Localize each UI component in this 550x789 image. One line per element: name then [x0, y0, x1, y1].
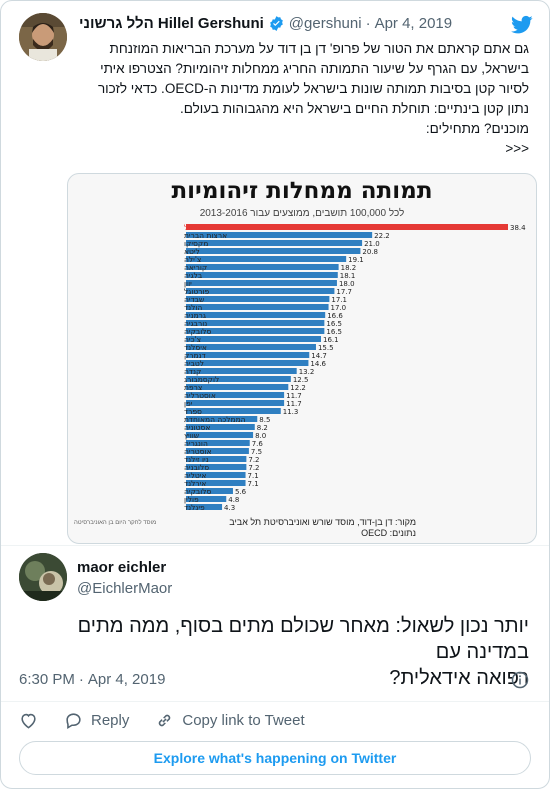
- chart-value-label: 14.6: [310, 360, 326, 368]
- chart-value-label: 11.7: [286, 400, 302, 408]
- quoted-text-line: בישראל, עם הגרף על שיעור התמותה החריג ממ…: [100, 61, 529, 76]
- chart-source-line: מקור: דן בן-דוד, מוסד שורש ואוניברסיטת ת…: [229, 517, 416, 527]
- chart-value-label: 12.2: [290, 384, 306, 392]
- copy-link-label: Copy link to Tweet: [182, 712, 305, 729]
- chart-value-label: 14.7: [311, 352, 327, 360]
- quoted-text-line: לסיור קטן בסיבות תמותה שונות בישראל לעומ…: [97, 81, 529, 96]
- quoted-tweet-date[interactable]: Apr 4, 2019: [375, 15, 453, 32]
- chart-image[interactable]: תמותה ממחלות זיהומיות לכל 100,000 תושבים…: [67, 173, 537, 544]
- author-handle[interactable]: @EichlerMaor: [77, 580, 172, 597]
- chart-value-label: 18.1: [340, 272, 356, 280]
- chart-value-label: 13.2: [299, 368, 315, 376]
- chart-value-label: 17.1: [331, 296, 347, 304]
- quoted-tweet-header: הלל גרשוני Hillel Gershuni @gershuni · A…: [79, 15, 452, 32]
- reply-label: Reply: [91, 712, 130, 729]
- chart-source: מקור: דן בן-דוד, מוסד שורש ואוניברסיטת ת…: [229, 517, 416, 539]
- tweet-card: הלל גרשוני Hillel Gershuni @gershuni · A…: [0, 0, 550, 789]
- quoted-author-handle[interactable]: @gershuni: [289, 15, 362, 32]
- chart-bar: [186, 264, 339, 270]
- chart-value-label: 7.2: [248, 456, 259, 464]
- chart-bar: [186, 336, 322, 342]
- chart-value-label: 7.5: [251, 448, 262, 456]
- chart-value-label: 8.2: [257, 424, 268, 432]
- link-icon: [159, 714, 171, 727]
- chart-value-label: 11.3: [283, 408, 299, 416]
- chart-value-label: 7.1: [248, 480, 259, 488]
- chart-value-label: 11.7: [286, 392, 302, 400]
- chart-value-label: 7.1: [248, 472, 259, 480]
- divider: [1, 701, 549, 702]
- bar-chart: ישראל 38.4ארצות הברית 22.2מקסיקו 21.0ליטא 20…: [184, 223, 526, 512]
- tweet-date: Apr 4, 2019: [87, 671, 166, 688]
- tweet-timestamp[interactable]: 6:30 PM · Apr 4, 2019: [19, 671, 165, 688]
- chart-value-label: 17.0: [331, 304, 347, 312]
- chart-bar: [186, 312, 326, 318]
- chart-value-label: 18.2: [341, 264, 357, 272]
- quoted-text-line: מוכנים? מתחילים:: [425, 121, 529, 136]
- chart-value-label: 18.0: [339, 280, 355, 288]
- chart-value-label: 17.7: [336, 288, 352, 296]
- chart-value-label: 16.6: [327, 312, 343, 320]
- chart-value-label: 15.5: [318, 344, 334, 352]
- chart-value-label: 22.2: [374, 232, 390, 240]
- chart-value-label: 7.2: [248, 464, 259, 472]
- chart-value-label: 12.5: [293, 376, 309, 384]
- chart-bar: [186, 280, 337, 286]
- chart-bar: [186, 304, 329, 310]
- chart-value-label: 5.6: [235, 488, 247, 496]
- explore-button[interactable]: Explore what's happening on Twitter: [19, 741, 531, 775]
- chart-bar: [186, 368, 297, 374]
- chart-source-line: נתונים: OECD: [361, 528, 416, 538]
- chart-bar: [186, 248, 361, 254]
- verified-badge-icon: [269, 16, 283, 31]
- author-name[interactable]: maor eichler: [77, 559, 166, 576]
- copy-link-button[interactable]: Copy link to Tweet: [155, 711, 305, 730]
- tweet-time: 6:30 PM: [19, 671, 75, 688]
- chart-value-label: 21.0: [364, 240, 380, 248]
- tweet-actions: Reply Copy link to Tweet: [19, 711, 331, 730]
- speech-bubble-icon: [66, 713, 81, 730]
- dot-separator: ·: [78, 671, 84, 688]
- chart-value-label: 38.4: [510, 224, 526, 232]
- chart-bar: [186, 360, 309, 366]
- dot-separator: ·: [365, 15, 371, 32]
- chart-bar: [186, 296, 330, 302]
- quoted-text-line: >>>: [505, 141, 529, 156]
- chart-value-label: 16.1: [323, 336, 339, 344]
- chart-logo-text: מוסד לחקר היום בן האוניברסיטה: [74, 520, 157, 526]
- chart-bar: [186, 400, 285, 406]
- heart-icon: [21, 713, 36, 729]
- info-icon[interactable]: [511, 671, 529, 689]
- chart-value-label: 19.1: [348, 256, 364, 264]
- chart-value-label: 16.5: [326, 328, 342, 336]
- chart-value-label: 7.6: [252, 440, 264, 448]
- chart-bar: [186, 240, 363, 246]
- chart-value-label: 4.8: [228, 496, 239, 504]
- divider: [1, 545, 549, 546]
- twitter-bird-icon[interactable]: [511, 15, 533, 35]
- chart-value-label: 4.3: [224, 504, 235, 512]
- chart-value-label: 8.0: [255, 432, 266, 440]
- chart-value-label: 20.8: [362, 248, 378, 256]
- chart-bar: [186, 224, 508, 230]
- chart-value-label: 16.5: [326, 320, 342, 328]
- chart-bar: [186, 272, 338, 278]
- quoted-text-line: נתון קטן בינתיים: תוחלת החיים בישראל היא…: [180, 101, 529, 116]
- chart-category-label: פינלנד: [184, 503, 205, 512]
- chart-bar: [186, 256, 347, 262]
- like-button[interactable]: [19, 711, 38, 730]
- quoted-tweet-text: גם אתם קראתם את הטור של פרופ' דן בן דוד …: [19, 39, 529, 159]
- quoted-text-line: גם אתם קראתם את הטור של פרופ' דן בן דוד …: [109, 41, 529, 56]
- reply-button[interactable]: Reply: [64, 711, 129, 730]
- author-avatar[interactable]: [19, 553, 67, 601]
- quoted-author-name[interactable]: הלל גרשוני Hillel Gershuni: [79, 15, 264, 32]
- chart-value-label: 8.5: [259, 416, 270, 424]
- tweet-text-line: יותר נכון לשאול: מאחר שכולם מתים בסוף, מ…: [77, 615, 529, 663]
- explore-label: Explore what's happening on Twitter: [153, 750, 397, 766]
